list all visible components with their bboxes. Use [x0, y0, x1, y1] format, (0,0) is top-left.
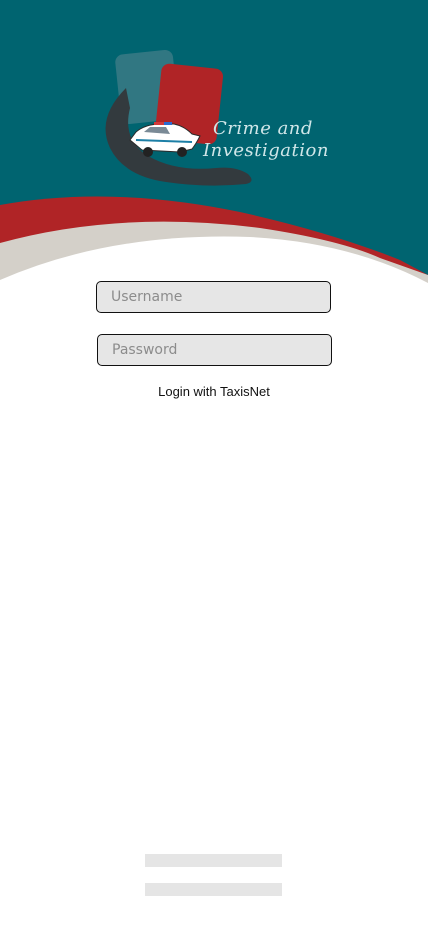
password-input[interactable] — [97, 334, 332, 366]
logo-text: Crime and Investigation — [203, 118, 329, 162]
footer-placeholder-bar — [145, 854, 282, 867]
logo-text-line1: Crime and — [213, 118, 313, 139]
footer-placeholder-bar — [145, 883, 282, 896]
username-input[interactable] — [96, 281, 331, 313]
login-with-taxisnet-link[interactable]: Login with TaxisNet — [0, 384, 428, 399]
login-screen: Crime and Investigation Login with Taxis… — [0, 0, 428, 926]
logo-text-line2: Investigation — [203, 140, 329, 161]
